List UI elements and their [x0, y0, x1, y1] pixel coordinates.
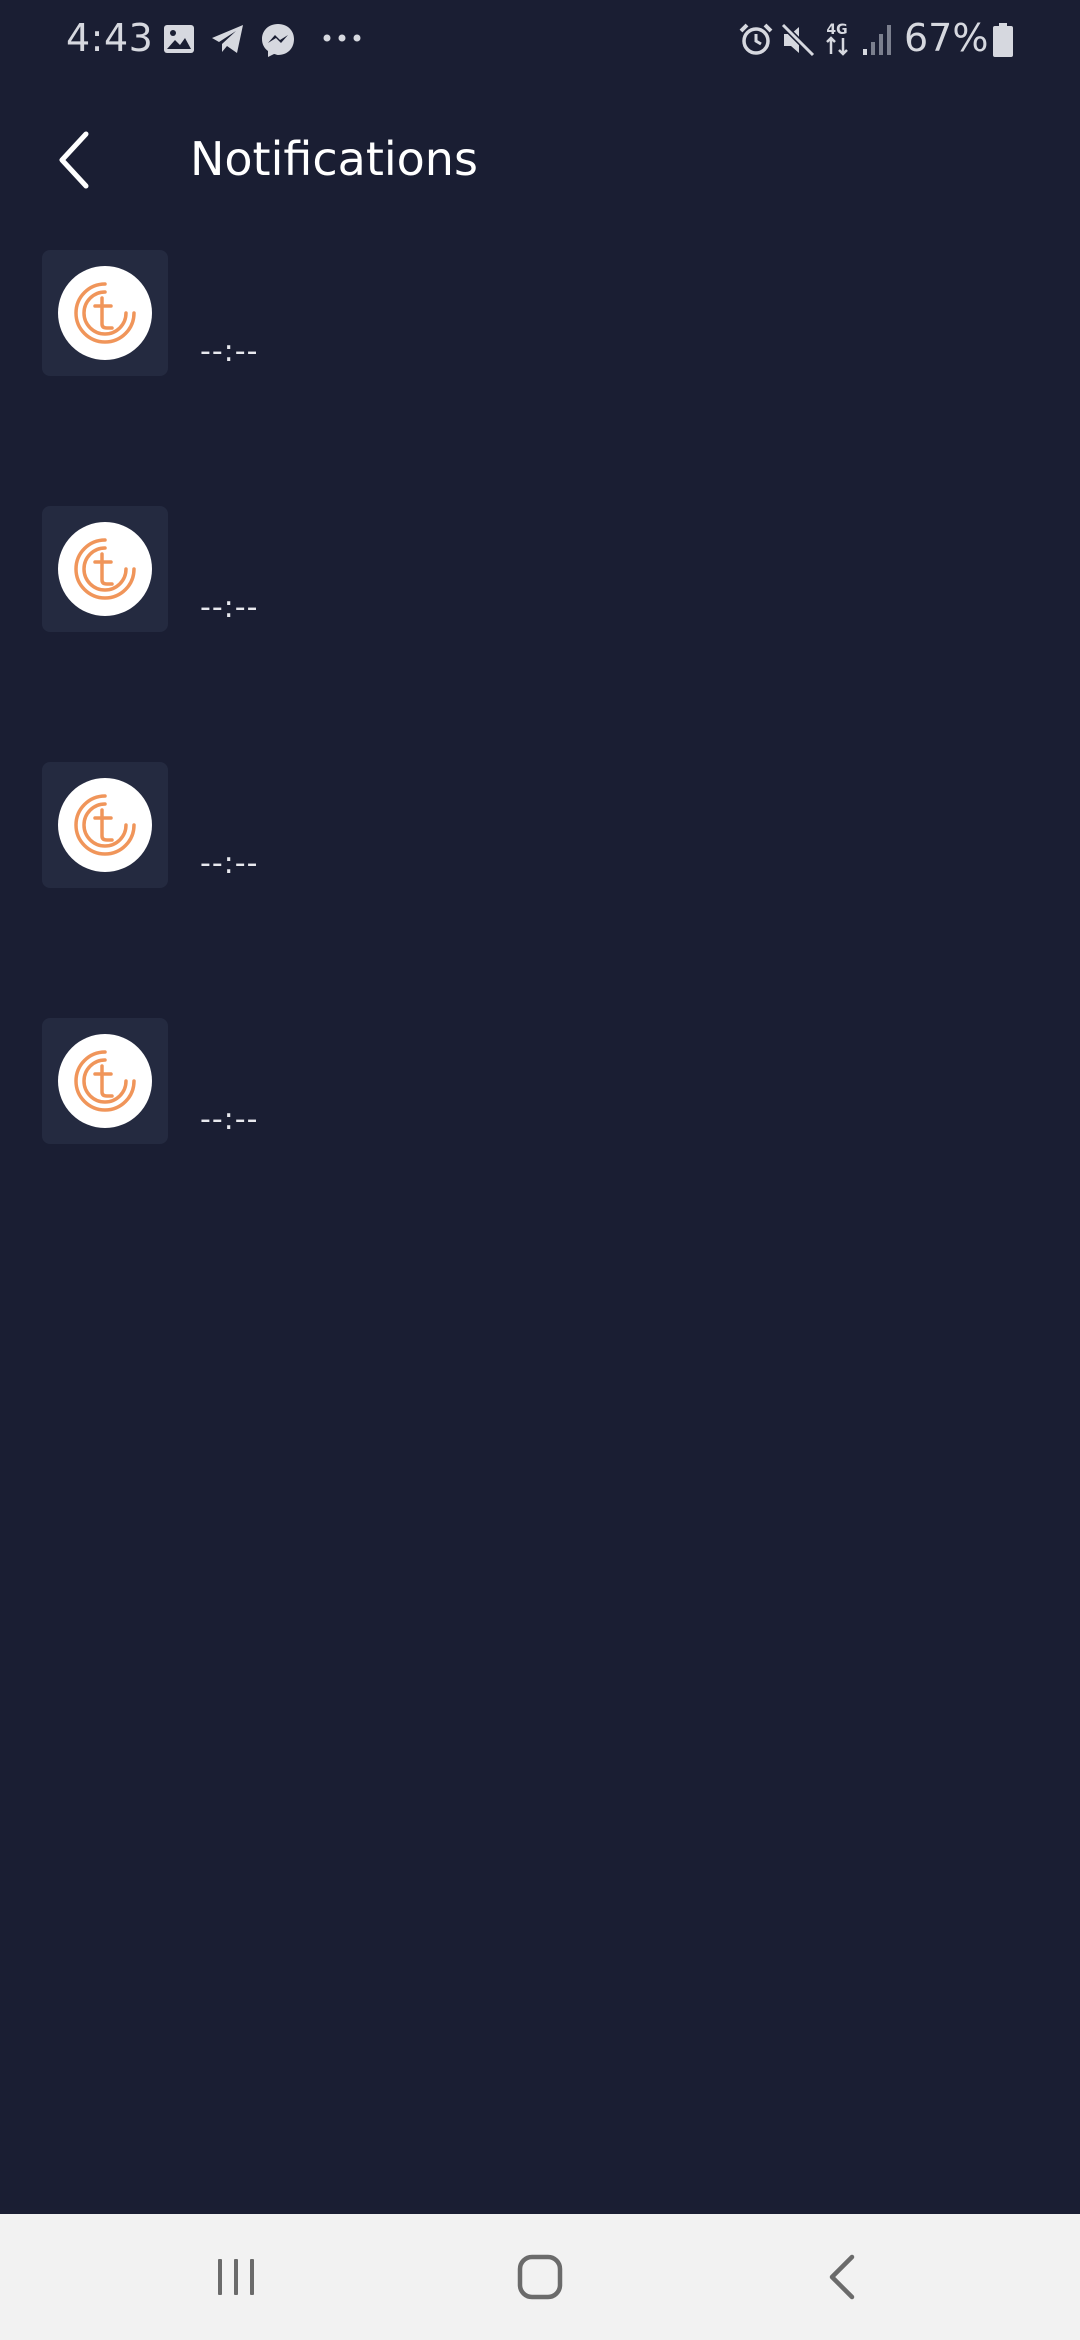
notification-item[interactable]: --:-- [0, 762, 1080, 1018]
notification-time: --:-- [200, 1102, 259, 1137]
app-logo-icon [58, 778, 152, 872]
status-time: 4:43 [66, 16, 154, 60]
recents-icon [218, 2259, 254, 2295]
notification-time: --:-- [200, 334, 259, 369]
back-button[interactable] [42, 120, 106, 200]
notification-item[interactable]: --:-- [0, 1018, 1080, 1274]
app-logo-icon [58, 522, 152, 616]
app-header: Notifications [0, 110, 1080, 210]
mute-icon [780, 22, 816, 62]
home-icon [517, 2254, 563, 2300]
notification-item[interactable]: --:-- [0, 250, 1080, 506]
notification-list: --:-- --:-- --:-- --:-- [0, 250, 1080, 1274]
notification-avatar [42, 250, 168, 376]
home-button[interactable] [480, 2234, 600, 2320]
gallery-icon [162, 22, 196, 60]
status-bar: 4:43 4G 67% [0, 0, 1080, 84]
4g-data-icon: 4G [822, 20, 852, 62]
notification-item[interactable]: --:-- [0, 506, 1080, 762]
notification-time: --:-- [200, 590, 259, 625]
battery-percent: 67% [904, 16, 989, 60]
app-logo-icon [58, 1034, 152, 1128]
notification-time: --:-- [200, 846, 259, 881]
chevron-left-icon [59, 131, 89, 189]
notification-avatar [42, 762, 168, 888]
nav-back-button[interactable] [782, 2234, 902, 2320]
messenger-icon [260, 22, 296, 62]
page-title: Notifications [190, 132, 478, 186]
battery-icon [992, 22, 1014, 62]
svg-text:4G: 4G [826, 22, 847, 38]
app-logo-icon [58, 266, 152, 360]
back-icon [829, 2254, 855, 2300]
telegram-icon [210, 22, 246, 60]
alarm-icon [738, 22, 774, 62]
recents-button[interactable] [176, 2234, 296, 2320]
notification-avatar [42, 506, 168, 632]
signal-icon [862, 22, 894, 60]
notification-avatar [42, 1018, 168, 1144]
more-dots-icon [322, 30, 362, 49]
system-nav-bar [0, 2214, 1080, 2340]
notifications-screen: 4:43 4G 67% Notifications --:-- --:-- --… [0, 0, 1080, 2340]
